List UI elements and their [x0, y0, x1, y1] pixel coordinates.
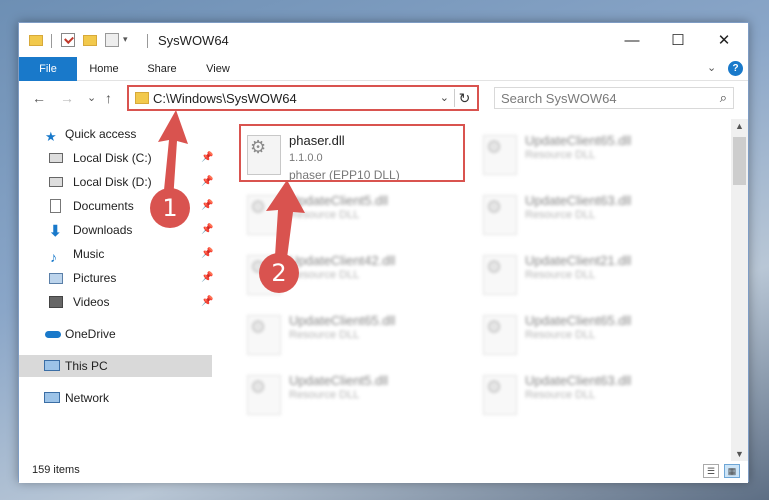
annotation-overlay [158, 110, 305, 262]
step-2-badge: 2 [259, 253, 299, 293]
arrow-2 [266, 180, 305, 262]
step-1-badge: 1 [150, 188, 190, 228]
